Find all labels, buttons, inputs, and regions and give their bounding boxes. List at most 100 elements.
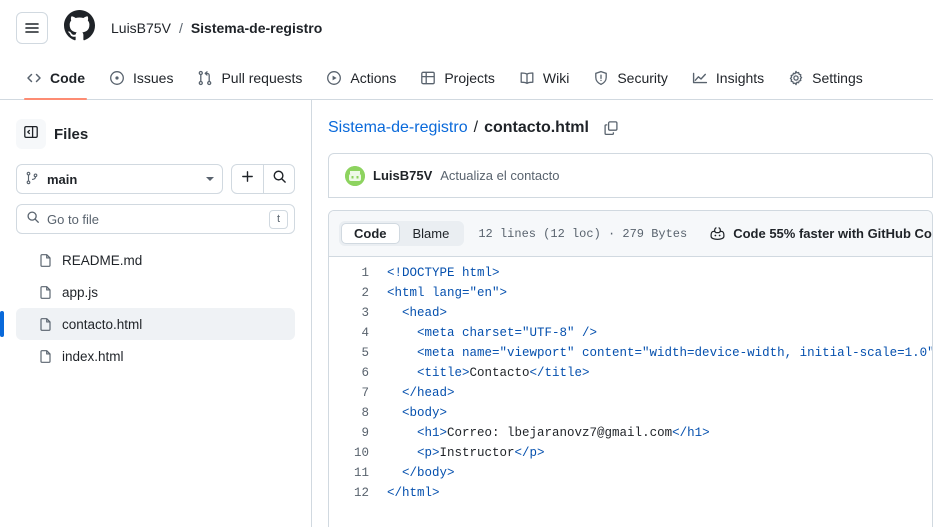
tab-issues[interactable]: Issues (99, 56, 183, 99)
code-lines-container[interactable]: 1 <!DOCTYPE html> 2 <html lang="en"> 3 <he… (329, 257, 932, 527)
file-icon (38, 349, 53, 364)
breadcrumb-separator: / (473, 119, 479, 136)
line-content: </head> (387, 383, 455, 403)
book-icon (519, 70, 535, 86)
file-item-label: README.md (62, 252, 143, 268)
line-number: 10 (353, 446, 369, 460)
github-logo-button[interactable] (64, 10, 95, 46)
tab-code-label: Code (50, 69, 85, 86)
tab-wiki[interactable]: Wiki (509, 56, 579, 99)
shield-icon (593, 70, 609, 86)
code-token-tag: </title> (529, 366, 590, 380)
app-header: LuisB75V / Sistema-de-registro (0, 0, 933, 56)
file-breadcrumb: Sistema-de-registro / contacto.html (328, 116, 933, 140)
file-icon (38, 317, 53, 332)
tab-security[interactable]: Security (583, 56, 678, 99)
code-token-tag: <head> (402, 306, 448, 320)
tab-insights[interactable]: Insights (682, 56, 774, 99)
breadcrumb: LuisB75V / Sistema-de-registro (111, 20, 322, 36)
latest-commit-bar: LuisB75V Actualiza el contacto (328, 153, 933, 198)
code-token-tag: <h1> (417, 426, 448, 440)
file-icon (38, 285, 53, 300)
file-icon (38, 253, 53, 268)
issue-opened-icon (109, 70, 125, 86)
code-line: 1 <!DOCTYPE html> (329, 263, 932, 283)
code-token-text: Correo: lbejaranovz7@gmail.com (447, 426, 673, 440)
table-icon (420, 70, 436, 86)
code-token-tag: </html> (387, 486, 440, 500)
line-content: </body> (387, 463, 455, 483)
code-token-tag: <html lang="en"> (387, 286, 508, 300)
code-token-tag: <!DOCTYPE html> (387, 266, 500, 280)
breadcrumb-repo-link[interactable]: Sistema-de-registro (328, 119, 468, 137)
line-content: <meta charset="UTF-8" /> (387, 323, 597, 343)
code-token-text: Instructor (439, 446, 515, 460)
collapse-sidebar-button[interactable] (16, 119, 46, 149)
code-line: 9 <h1>Correo: lbejaranovz7@gmail.com</h1… (329, 423, 932, 443)
branch-name-label: main (47, 171, 78, 187)
tab-projects-label: Projects (444, 69, 495, 86)
code-line: 2 <html lang="en"> (329, 283, 932, 303)
tab-actions[interactable]: Actions (316, 56, 406, 99)
tab-blame-view[interactable]: Blame (400, 223, 463, 244)
git-branch-icon (25, 171, 39, 188)
code-view-panel: Code Blame 12 lines (12 loc) · 279 Bytes… (328, 210, 933, 527)
tab-settings[interactable]: Settings (778, 56, 873, 99)
code-blame-toggle: Code Blame (339, 221, 465, 246)
play-icon (326, 70, 342, 86)
copy-path-icon[interactable] (603, 120, 619, 136)
breadcrumb-owner-link[interactable]: LuisB75V (111, 20, 171, 36)
search-files-button[interactable] (263, 165, 294, 193)
go-to-file-shortcut-key: t (269, 209, 288, 229)
line-number: 1 (361, 266, 369, 280)
line-number: 7 (361, 386, 369, 400)
line-number: 9 (361, 426, 369, 440)
plus-icon (240, 169, 255, 189)
code-line: 3 <head> (329, 303, 932, 323)
go-to-file-placeholder: Go to file (47, 211, 100, 227)
line-number: 12 (353, 486, 369, 500)
graph-icon (692, 70, 708, 86)
tab-insights-label: Insights (715, 69, 765, 86)
add-file-button[interactable] (232, 165, 263, 193)
file-item-contacto-html[interactable]: contacto.html (0, 308, 295, 340)
file-item-appjs[interactable]: app.js (16, 276, 295, 308)
commit-message[interactable]: Actualiza el contacto (440, 168, 559, 183)
line-content: <!DOCTYPE html> (387, 263, 500, 283)
line-content: <head> (387, 303, 447, 323)
branch-selector[interactable]: main (16, 164, 223, 194)
code-line: 4 <meta charset="UTF-8" /> (329, 323, 932, 343)
body-container: Files main Go to file t README.md app.js… (0, 100, 933, 527)
repo-navigation-tabs: Code Issues Pull requests Actions Projec… (0, 56, 933, 100)
tab-wiki-label: Wiki (542, 69, 570, 86)
file-item-readme[interactable]: README.md (16, 244, 295, 276)
search-icon (26, 210, 40, 229)
code-token-tag: <body> (402, 406, 448, 420)
tab-code-view[interactable]: Code (341, 223, 400, 244)
hamburger-icon (24, 20, 40, 36)
tab-settings-label: Settings (812, 69, 863, 86)
search-icon (272, 169, 287, 189)
copilot-icon (709, 225, 726, 242)
line-content: <p>Instructor</p> (387, 443, 545, 463)
go-to-file-input[interactable]: Go to file t (16, 204, 295, 234)
hamburger-menu-button[interactable] (16, 12, 48, 44)
line-number: 3 (361, 306, 369, 320)
line-number: 6 (361, 366, 369, 380)
code-token-tag: <meta name="viewport" content="width=dev… (417, 346, 932, 360)
tab-code[interactable]: Code (16, 56, 95, 100)
line-number: 5 (361, 346, 369, 360)
file-item-index-html[interactable]: index.html (16, 340, 295, 372)
line-content: <html lang="en"> (387, 283, 507, 303)
copilot-promo-label: Code 55% faster with GitHub Copilot (733, 226, 932, 241)
code-line: 7 </head> (329, 383, 932, 403)
line-content: <h1>Correo: lbejaranovz7@gmail.com</h1> (387, 423, 710, 443)
tab-pull-requests[interactable]: Pull requests (187, 56, 312, 99)
tab-projects[interactable]: Projects (410, 56, 505, 99)
copilot-promo-button[interactable]: Code 55% faster with GitHub Copilot (709, 225, 932, 242)
commit-author[interactable]: LuisB75V (373, 168, 432, 183)
code-token-tag: </head> (402, 386, 455, 400)
sidebar-action-buttons (231, 164, 295, 194)
breadcrumb-repo-link[interactable]: Sistema-de-registro (191, 20, 322, 36)
tab-issues-label: Issues (133, 69, 174, 86)
